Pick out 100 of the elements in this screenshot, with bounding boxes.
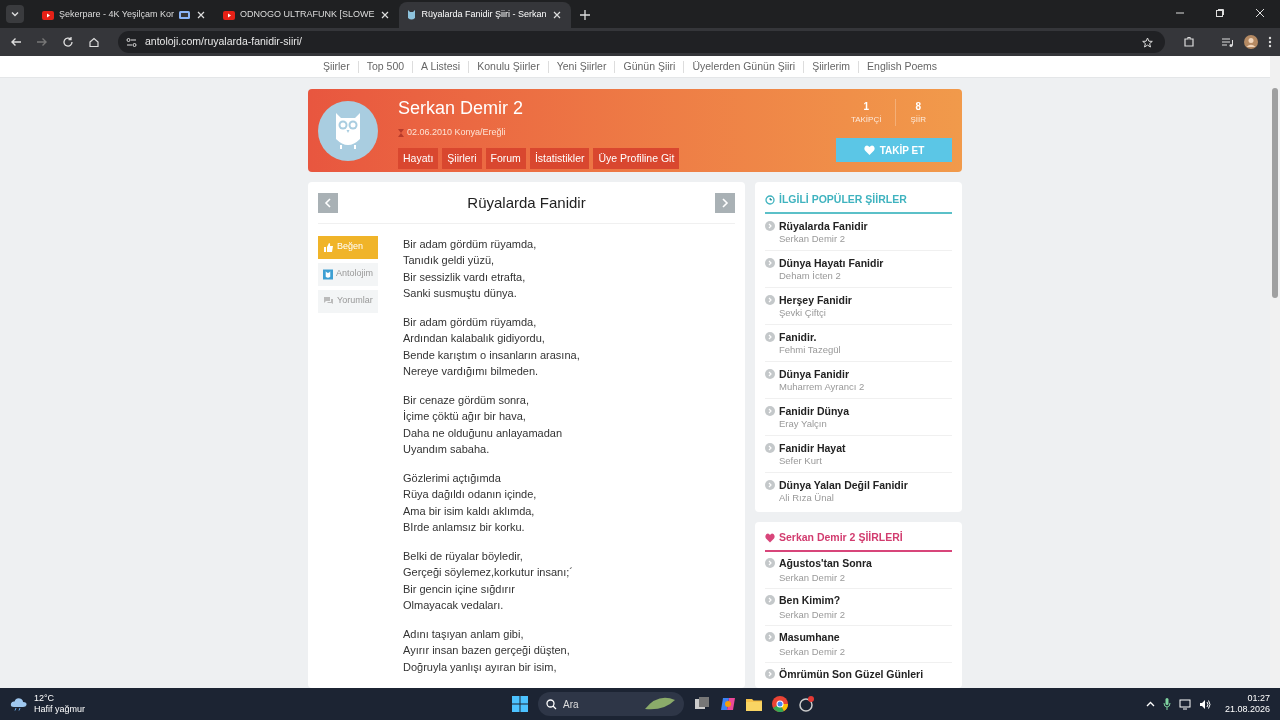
poem-line: BIrde anlamsız bir korku. xyxy=(403,520,526,535)
chevron-circle-icon xyxy=(765,442,775,453)
poem-link[interactable]: Ben Kimim? xyxy=(779,592,845,607)
task-view-icon[interactable] xyxy=(693,696,710,712)
nav-link[interactable]: Yeni Şiirler xyxy=(556,58,607,75)
poem-link[interactable]: Fanidir. xyxy=(779,329,841,344)
poem-author: Sefer Kurt xyxy=(779,454,823,467)
profile-link[interactable]: İstatistikler xyxy=(529,147,590,170)
chevron-circle-icon xyxy=(765,557,775,568)
author-name: Serkan Demir 2 xyxy=(398,97,525,120)
poem-line: Belki de rüyalar böyledir, xyxy=(403,548,524,564)
network-icon[interactable] xyxy=(1178,698,1191,710)
close-icon xyxy=(1255,8,1265,18)
chevron-up-icon[interactable] xyxy=(1145,701,1155,707)
profile-link[interactable]: Şiirleri xyxy=(442,147,482,170)
nav-link[interactable]: English Poems xyxy=(867,58,938,75)
volume-icon[interactable] xyxy=(1198,698,1211,710)
poem-link[interactable]: Fanidir Hayat xyxy=(779,440,846,455)
poem-link[interactable]: Fanidir Dünya xyxy=(779,403,849,418)
poem-title: Rüyalarda Fanidir xyxy=(467,193,586,213)
temperature: 12°C xyxy=(34,693,56,704)
poem-link[interactable]: Masumhane xyxy=(779,629,845,644)
tab-title: ODNOGO ULTRAFUNK [SLOWE xyxy=(240,8,375,22)
microphone-icon[interactable] xyxy=(1162,698,1171,710)
comments-icon xyxy=(323,295,334,307)
poem-link[interactable]: Dünya Hayatı Fanidir xyxy=(779,255,884,270)
reload-button[interactable] xyxy=(60,34,76,50)
plus-icon xyxy=(580,10,591,20)
tab-title: Rüyalarda Fanidir Şiiri - Serkan xyxy=(421,8,547,22)
app-badge-icon[interactable] xyxy=(797,696,814,712)
nav-link[interactable]: Top 500 xyxy=(366,58,405,75)
owl-badge-icon xyxy=(323,268,333,280)
close-icon xyxy=(197,11,206,19)
poem-author: Muharrem Ayrancı 2 xyxy=(779,380,865,393)
poem-line: Rüya dağıldı odanın içinde, xyxy=(403,487,538,502)
poem-author: Şevki Çiftçi xyxy=(779,306,827,319)
nav-link[interactable]: A Listesi xyxy=(421,58,461,75)
chevron-circle-icon xyxy=(765,405,775,416)
tab-search-button[interactable] xyxy=(6,5,24,23)
nav-link[interactable]: Üyelerden Günün Şiiri xyxy=(692,58,796,75)
chevron-circle-icon xyxy=(765,668,775,679)
chevron-circle-icon xyxy=(765,294,775,305)
heart-icon xyxy=(765,532,775,543)
profile-link[interactable]: Hayatı xyxy=(398,147,439,170)
more-icon[interactable] xyxy=(1268,36,1272,48)
poem-link[interactable]: Ömrümün Son Güzel Günleri xyxy=(779,666,924,681)
poem-line: Gerçeği söylemez,korkutur insanı;´ xyxy=(403,565,574,580)
poem-link[interactable]: Dünya Yalan Değil Fanidir xyxy=(779,477,908,492)
chevron-down-icon xyxy=(11,10,19,18)
clock-icon xyxy=(765,194,775,205)
browser-tab[interactable]: ODNOGO ULTRAFUNK [SLOWE xyxy=(215,2,400,28)
poem-link[interactable]: Ağustos'tan Sonra xyxy=(779,555,872,570)
poem-line: Bir cenaze gördüm sonra, xyxy=(403,392,530,408)
poem-line: Bir adam gördüm rüyamda, xyxy=(403,314,538,330)
cloud-rain-icon[interactable] xyxy=(10,697,28,711)
star-icon[interactable] xyxy=(1142,36,1153,48)
chevron-circle-icon xyxy=(765,220,775,231)
browser-tab[interactable]: Şekerpare - 4K Yeşilçam Kor xyxy=(34,2,216,28)
nav-link[interactable]: Şiirler xyxy=(322,58,350,75)
extensions-icon[interactable] xyxy=(1183,36,1195,48)
chevron-right-icon xyxy=(720,197,730,210)
leaf-drawing xyxy=(643,697,676,711)
tab-title: Şekerpare - 4K Yeşilçam Kor xyxy=(59,8,175,22)
search-field[interactable]: Ara xyxy=(537,692,684,716)
profile-link[interactable]: Forum xyxy=(485,147,526,170)
heart-icon xyxy=(863,145,875,155)
play-icon xyxy=(42,10,54,20)
weather-text: Hafif yağmur xyxy=(34,704,86,715)
profile-link[interactable]: Üye Profiline Git xyxy=(593,147,680,170)
nav-link[interactable]: Günün Şiiri xyxy=(623,58,676,75)
chevron-left-icon xyxy=(323,197,333,210)
avatar-icon[interactable] xyxy=(1244,35,1258,49)
copilot-icon[interactable] xyxy=(719,696,736,712)
browser-tab[interactable]: Rüyalarda Fanidir Şiiri - Serkan xyxy=(399,2,572,28)
poem-author: Ali Rıza Ünal xyxy=(779,491,835,504)
poem-line: Ama bir isim kaldı aklımda, xyxy=(403,503,536,519)
chevron-circle-icon xyxy=(765,368,775,379)
close-icon xyxy=(553,11,562,19)
chrome-icon[interactable] xyxy=(771,696,788,712)
clock[interactable]: 01:27 21.08.2026 xyxy=(1224,693,1270,715)
address-bar[interactable]: antoloji.com/ruyalarda-fanidir-siiri/ xyxy=(118,31,1165,53)
poem-line: Uyandım sabaha. xyxy=(403,442,491,457)
media-list-icon[interactable] xyxy=(1221,36,1234,48)
windows-start-icon[interactable] xyxy=(511,696,528,712)
folder-icon[interactable] xyxy=(745,697,762,711)
poem-line: Adını taşıyan anlam gibi, xyxy=(403,626,525,642)
sidebar-heading: İLGİLİ POPÜLER ŞİİRLER xyxy=(779,192,907,207)
poem-line: Bir sessizlik vardı etrafta, xyxy=(403,269,527,285)
poem-line: Ayırır insan bazen gerçeği düşten, xyxy=(403,643,571,658)
poem-link[interactable]: Dünya Fanidir xyxy=(779,366,865,381)
chevron-circle-icon xyxy=(765,331,775,342)
chevron-circle-icon xyxy=(765,257,775,268)
nav-link[interactable]: Konulu Şiirler xyxy=(477,58,540,75)
poem-link[interactable]: Herşey Fanidir xyxy=(779,292,852,307)
poem-author: Deham İcten 2 xyxy=(779,269,842,282)
poem-line: Ardından kalabalık gidiyordu, xyxy=(403,331,546,346)
birth-info: 02.06.2010 Konya/Ereğli xyxy=(407,126,506,139)
poem-link[interactable]: Rüyalarda Fanidir xyxy=(779,218,868,233)
nav-link[interactable]: Şiirlerim xyxy=(812,58,851,75)
poem-line: Daha ne olduğunu anlayamadan xyxy=(403,425,564,441)
